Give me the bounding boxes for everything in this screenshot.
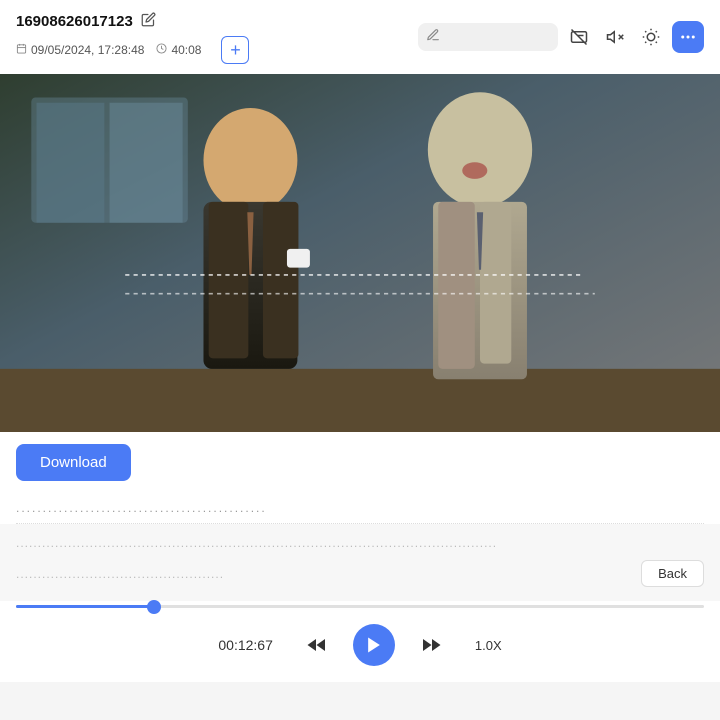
speed-badge[interactable]: 1.0X bbox=[475, 638, 502, 653]
info-row-1: ........................................… bbox=[16, 493, 704, 524]
fast-forward-icon bbox=[419, 633, 443, 657]
progress-bar-container bbox=[0, 601, 720, 612]
video-frame bbox=[0, 74, 720, 432]
recording-id: 16908626017123 bbox=[16, 13, 133, 30]
rewind-icon bbox=[305, 633, 329, 657]
add-button[interactable]: + bbox=[221, 36, 249, 64]
play-icon bbox=[364, 635, 384, 655]
action-bar: Download bbox=[0, 432, 720, 493]
header-left: 16908626017123 09/05/2024, 17:28:48 bbox=[16, 10, 249, 64]
subtitle-row-2: ........................................… bbox=[16, 554, 704, 593]
clock-icon bbox=[156, 43, 167, 57]
video-container bbox=[0, 74, 720, 432]
brightness-icon bbox=[642, 28, 660, 46]
rewind-button[interactable] bbox=[301, 629, 333, 661]
no-audio-icon bbox=[606, 28, 624, 46]
id-row: 16908626017123 bbox=[16, 10, 249, 32]
subtitle-area: ........................................… bbox=[0, 524, 720, 601]
toolbar bbox=[418, 21, 704, 53]
search-pencil-icon bbox=[426, 28, 440, 47]
date-meta: 09/05/2024, 17:28:48 bbox=[16, 43, 144, 57]
subtitle-text: ........................................… bbox=[16, 563, 224, 585]
time-display: 00:12:67 bbox=[218, 637, 273, 653]
header-meta: 09/05/2024, 17:28:48 40:08 + bbox=[16, 36, 249, 64]
progress-fill bbox=[16, 605, 154, 608]
duration-meta: 40:08 bbox=[156, 43, 201, 57]
more-dots-icon bbox=[679, 28, 697, 46]
subtitle-row-1: ........................................… bbox=[16, 532, 704, 554]
fast-forward-button[interactable] bbox=[415, 629, 447, 661]
progress-track[interactable] bbox=[16, 605, 704, 608]
more-button[interactable] bbox=[672, 21, 704, 53]
back-button[interactable]: Back bbox=[641, 560, 704, 587]
duration-value: 40:08 bbox=[171, 43, 201, 57]
info-section: ........................................… bbox=[0, 493, 720, 524]
edit-id-button[interactable] bbox=[139, 10, 158, 32]
no-subtitle-icon bbox=[570, 28, 588, 46]
date-value: 09/05/2024, 17:28:48 bbox=[31, 43, 144, 57]
play-button[interactable] bbox=[353, 624, 395, 666]
edit-icon bbox=[141, 12, 156, 27]
no-audio-button[interactable] bbox=[600, 22, 630, 52]
calendar-icon bbox=[16, 43, 27, 57]
brightness-button[interactable] bbox=[636, 22, 666, 52]
header: 16908626017123 09/05/2024, 17:28:48 bbox=[0, 0, 720, 74]
no-subtitle-button[interactable] bbox=[564, 22, 594, 52]
player-controls: 00:12:67 1.0X bbox=[0, 612, 720, 682]
progress-thumb[interactable] bbox=[147, 600, 161, 614]
download-button[interactable]: Download bbox=[16, 444, 131, 481]
